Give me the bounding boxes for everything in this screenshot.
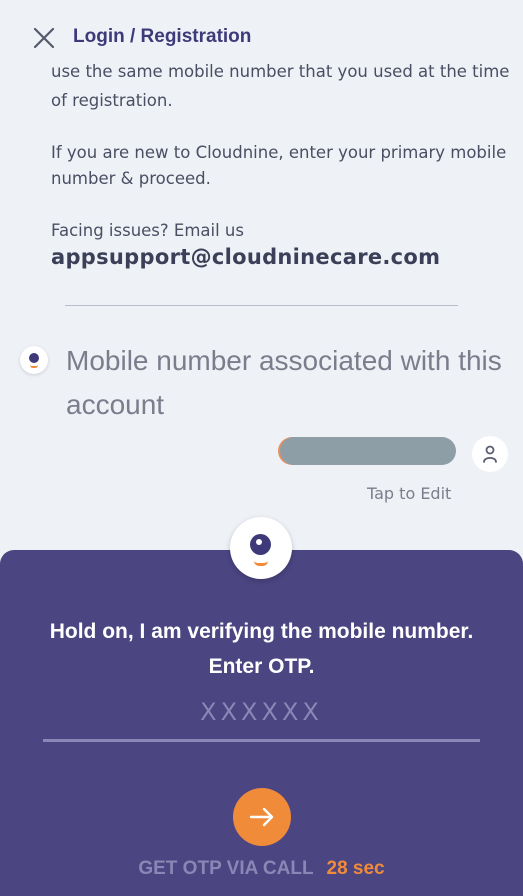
- support-email-link[interactable]: appsupport@cloudninecare.com: [51, 245, 440, 269]
- verify-message-line-2: Enter OTP.: [208, 655, 315, 678]
- get-otp-via-call-button[interactable]: GET OTP VIA CALL: [138, 858, 313, 879]
- otp-call-row: GET OTP VIA CALL 28 sec: [0, 858, 523, 880]
- user-icon: [483, 445, 497, 463]
- tap-to-edit-label[interactable]: Tap to Edit: [367, 484, 451, 503]
- bot-prompt-message: Mobile number associated with this accou…: [66, 345, 502, 420]
- otp-countdown-timer: 28 sec: [326, 858, 385, 879]
- info-partial-line-1: use the same mobile number that you used…: [51, 62, 510, 81]
- info-partial-line-2: of registration.: [51, 91, 173, 110]
- info-text-block: use the same mobile number that you used…: [51, 62, 511, 244]
- close-button[interactable]: [28, 22, 60, 54]
- bot-smile: [30, 365, 38, 368]
- info-partial-text: use the same mobile number that you used…: [51, 62, 511, 114]
- otp-input[interactable]: [43, 692, 480, 732]
- arrow-right-icon: [249, 807, 274, 827]
- user-avatar-button[interactable]: [472, 436, 508, 472]
- facing-issues-text: Facing issues? Email us: [51, 221, 244, 240]
- bot-eye: [29, 353, 39, 363]
- close-icon: [33, 27, 55, 49]
- verify-message-line-1: Hold on, I am verifying the mobile numbe…: [49, 620, 474, 643]
- new-user-text: If you are new to Cloudnine, enter your …: [51, 143, 507, 188]
- page-title: Login / Registration: [73, 26, 252, 47]
- masked-mobile-number[interactable]: [280, 437, 456, 465]
- divider: [65, 305, 458, 306]
- bot-avatar-large: [230, 517, 292, 579]
- bot-eye: [250, 534, 271, 555]
- verify-message: Hold on, I am verifying the mobile numbe…: [0, 614, 523, 684]
- bot-avatar-small: [20, 346, 48, 374]
- bot-smile: [254, 561, 268, 566]
- submit-otp-button[interactable]: [233, 788, 291, 846]
- otp-input-underline: [43, 739, 480, 742]
